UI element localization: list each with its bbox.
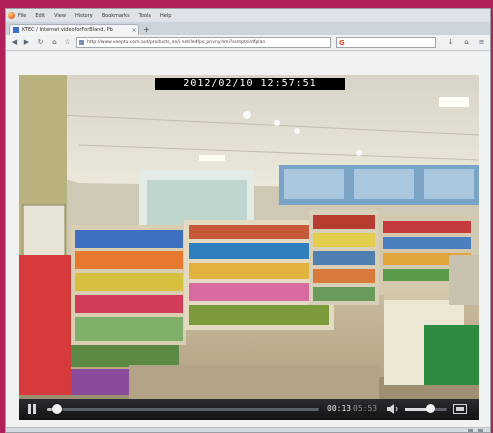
menu-bookmarks[interactable]: Bookmarks [102, 13, 130, 19]
page-content: 2012/02/10 12:57:51 00:13 05:53 [6, 51, 490, 432]
site-identity-icon [79, 40, 84, 45]
menu-file[interactable]: File [18, 13, 26, 19]
menu-history[interactable]: History [75, 13, 93, 19]
video-timestamp-overlay: 2012/02/10 12:57:51 [155, 78, 345, 90]
url-bar[interactable]: http://www.veeptu.com.aut/products_en/i.… [76, 37, 331, 48]
browser-logo-icon [8, 12, 15, 19]
browser-window: File Edit View History Bookmarks Tools H… [5, 8, 491, 433]
video-controls: 00:13 05:53 [19, 399, 479, 420]
video-frame [19, 75, 479, 399]
addon-icon[interactable] [468, 429, 473, 432]
back-arrow-icon[interactable]: ◀ [10, 38, 19, 47]
resize-grip-icon [478, 429, 483, 432]
search-box[interactable]: G [336, 37, 436, 48]
status-bar [6, 427, 490, 432]
navigation-bar: ◀ ▶ ↻ ⌂ ☆ http://www.veeptu.com.aut/prod… [6, 35, 490, 51]
tab-favicon-icon [13, 27, 19, 33]
bookmark-star-icon[interactable]: ☆ [63, 38, 72, 47]
new-tab-button[interactable]: + [143, 25, 150, 34]
speaker-icon[interactable] [387, 404, 399, 414]
url-text: http://www.veeptu.com.aut/products_en/i.… [87, 40, 266, 45]
reload-icon[interactable]: ↻ [36, 38, 45, 47]
forward-arrow-icon[interactable]: ▶ [22, 38, 31, 47]
seek-handle[interactable] [52, 404, 63, 414]
total-time: 05:53 [353, 404, 378, 413]
menu-help[interactable]: Help [160, 13, 171, 19]
search-engine-icon: G [339, 39, 345, 47]
home-page-icon[interactable]: ⌂ [462, 38, 471, 47]
menu-bar: File Edit View History Bookmarks Tools H… [6, 9, 490, 23]
fullscreen-icon[interactable] [453, 404, 467, 414]
pause-icon[interactable] [27, 404, 37, 414]
video-player[interactable]: 2012/02/10 12:57:51 00:13 05:53 [19, 75, 479, 420]
tab-active[interactable]: KTEC / Internet videoforForBland, Pb × [9, 24, 139, 35]
menu-icon[interactable]: ≡ [477, 38, 486, 47]
menu-edit[interactable]: Edit [35, 13, 45, 19]
downloads-icon[interactable]: ↓ [446, 38, 455, 47]
tab-title: KTEC / Internet videoforForBland, Pb [22, 27, 113, 33]
seek-bar[interactable] [47, 408, 319, 411]
tab-bar: KTEC / Internet videoforForBland, Pb × + [6, 22, 490, 35]
volume-handle[interactable] [426, 404, 436, 413]
home-icon[interactable]: ⌂ [50, 38, 59, 47]
menu-tools[interactable]: Tools [139, 13, 151, 19]
tab-close-icon[interactable]: × [130, 27, 138, 34]
menu-view[interactable]: View [54, 13, 66, 19]
current-time: 00:13 [327, 404, 352, 413]
